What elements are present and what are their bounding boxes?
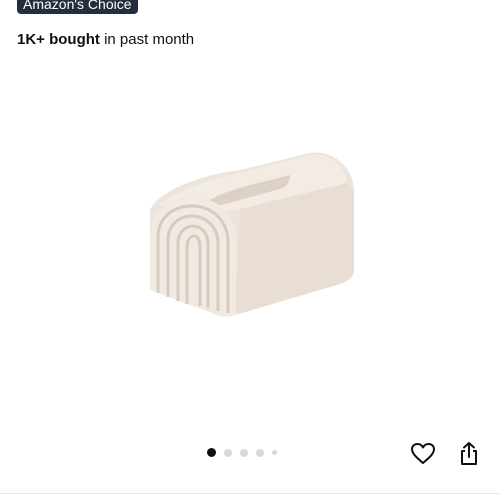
image-carousel-indicator[interactable] <box>207 448 277 457</box>
carousel-dot-5[interactable] <box>272 450 277 455</box>
carousel-dot-1[interactable] <box>207 448 216 457</box>
badge-label: Amazon's Choice <box>23 0 132 12</box>
share-button[interactable] <box>455 440 483 468</box>
purchase-count-suffix: in past month <box>99 31 195 48</box>
carousel-dot-3[interactable] <box>240 448 248 457</box>
product-image[interactable] <box>140 145 365 325</box>
tissue-box-illustration <box>150 152 354 317</box>
carousel-dot-2[interactable] <box>224 448 232 457</box>
add-to-list-button[interactable] <box>409 440 437 468</box>
amazons-choice-badge[interactable]: Amazon's Choice <box>17 0 138 14</box>
heart-outline-icon <box>411 443 435 464</box>
divider <box>0 493 500 494</box>
purchase-count-text: 1K+ bought in past month <box>17 31 194 49</box>
purchase-count: 1K+ bought <box>17 31 100 48</box>
carousel-dot-4[interactable] <box>256 448 264 457</box>
share-icon <box>461 442 477 465</box>
